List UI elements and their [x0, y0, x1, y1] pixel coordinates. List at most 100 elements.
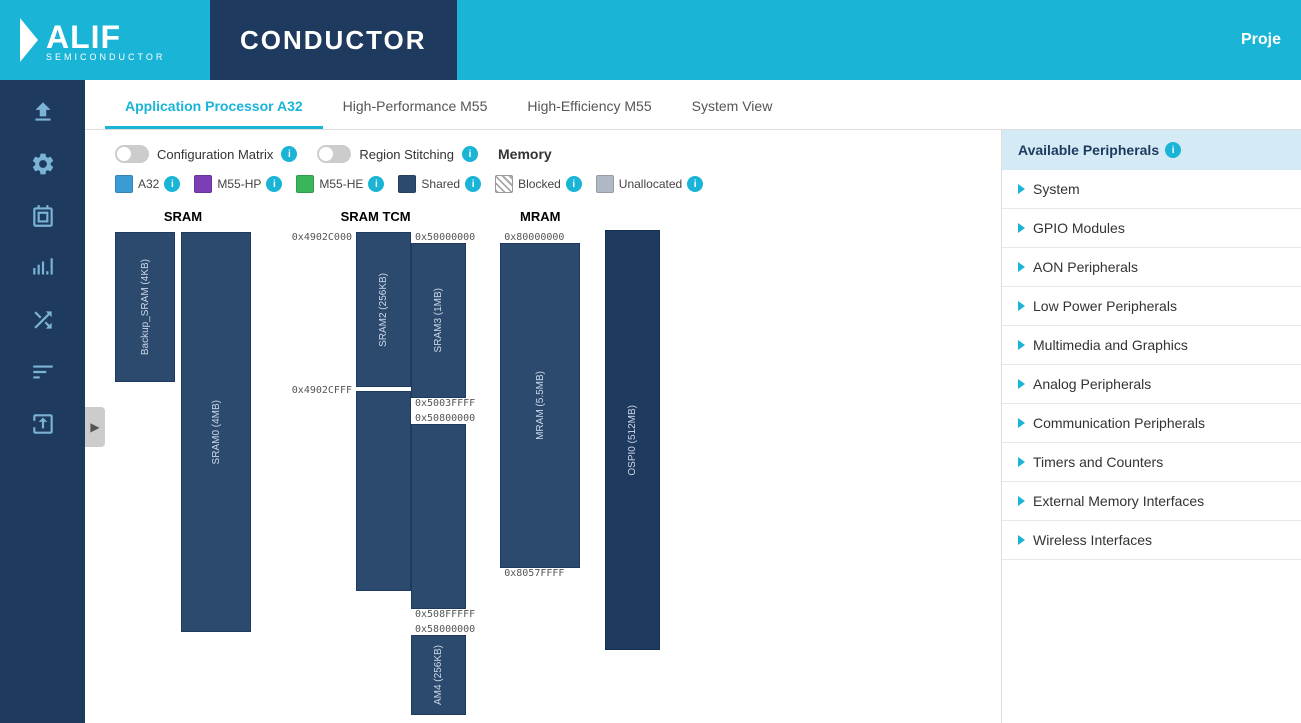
sram-title: SRAM [164, 209, 202, 224]
sram3-col-wrapper: 0x50000000 SRAM3 (1MB) 0x5003FFFF 0x5080… [411, 232, 475, 715]
region-stitching-label: Region Stitching [359, 147, 454, 162]
peripheral-section-comms-header[interactable]: Communication Peripherals [1002, 404, 1301, 442]
content-area: Application Processor A32 High-Performan… [85, 80, 1301, 723]
peripheral-section-extmem-header[interactable]: External Memory Interfaces [1002, 482, 1301, 520]
peripheral-multimedia-label: Multimedia and Graphics [1033, 337, 1188, 353]
region-stitching-info-icon[interactable]: i [462, 146, 478, 162]
peripheral-section-lowpower-header[interactable]: Low Power Peripherals [1002, 287, 1301, 325]
peripheral-section-timers: Timers and Counters [1002, 443, 1301, 482]
sram3-block-top[interactable]: SRAM3 (1MB) [411, 243, 466, 398]
legend-blocked: Blocked i [495, 175, 582, 193]
available-peripherals-header: Available Peripherals i [1002, 130, 1301, 170]
tab-sysview[interactable]: System View [672, 86, 793, 129]
main-layout: Application Processor A32 High-Performan… [0, 80, 1301, 723]
sidebar-icon-upload[interactable] [18, 90, 68, 134]
config-matrix-toggle[interactable] [115, 145, 149, 163]
tab-m55hp[interactable]: High-Performance M55 [323, 86, 508, 129]
tab-a32[interactable]: Application Processor A32 [105, 86, 323, 129]
chevron-timers-icon [1018, 457, 1025, 467]
sram2-col: SRAM2 (256KB) [356, 232, 411, 591]
sidebar-icon-export[interactable] [18, 402, 68, 446]
sidebar-icon-sliders[interactable] [18, 350, 68, 394]
peripheral-section-system-header[interactable]: System [1002, 170, 1301, 208]
peripheral-section-analog-header[interactable]: Analog Peripherals [1002, 365, 1301, 403]
tabs-bar: Application Processor A32 High-Performan… [85, 80, 1301, 130]
peripheral-section-aon-header[interactable]: AON Peripherals [1002, 248, 1301, 286]
backup-sram-block[interactable]: Backup_SRAM (4KB) [115, 232, 175, 382]
peripheral-section-lowpower: Low Power Peripherals [1002, 287, 1301, 326]
legend-a32-info[interactable]: i [164, 176, 180, 192]
legend-blocked-info[interactable]: i [566, 176, 582, 192]
sidebar-icon-shuffle[interactable] [18, 298, 68, 342]
legend-shared-info[interactable]: i [465, 176, 481, 192]
addr-80000000: 0x80000000 [500, 232, 564, 243]
chevron-gpio-icon [1018, 223, 1025, 233]
tab-m55he[interactable]: High-Efficiency M55 [507, 86, 671, 129]
sram4-label: AM4 (256KB) [433, 645, 444, 705]
peripheral-section-multimedia: Multimedia and Graphics [1002, 326, 1301, 365]
peripheral-section-gpio: GPIO Modules [1002, 209, 1301, 248]
sidebar [0, 80, 85, 723]
backup-sram-label: Backup_SRAM (4KB) [140, 259, 151, 355]
logo-semiconductor: SEMICONDUCTOR [46, 52, 165, 62]
legend-m55he-label: M55-HE [319, 177, 363, 191]
sram0-block[interactable]: SRAM0 (4MB) [181, 232, 251, 632]
sram3-block-bot[interactable]: AM4 (256KB) [411, 635, 466, 715]
peripheral-section-analog: Analog Peripherals [1002, 365, 1301, 404]
ospi-label: OSPI0 (512MB) [627, 405, 638, 476]
sram3-label: SRAM3 (1MB) [433, 288, 444, 352]
project-label: Proje [1241, 31, 1281, 49]
sram3-block-mid[interactable] [411, 424, 466, 609]
sidebar-icon-chip[interactable] [18, 194, 68, 238]
sram-group: SRAM Backup_SRAM (4KB) [115, 209, 251, 632]
peripheral-section-system: System [1002, 170, 1301, 209]
peripherals-info-icon[interactable]: i [1165, 142, 1181, 158]
logo-area: ALIF SEMICONDUCTOR [0, 0, 210, 80]
header: ALIF SEMICONDUCTOR CONDUCTOR Proje [0, 0, 1301, 80]
ospi-group: OSPI0 (512MB) [605, 209, 660, 650]
legend-m55he-box [296, 175, 314, 193]
sidebar-icon-settings[interactable] [18, 142, 68, 186]
memory-view: ▶ Configuration Matrix i Region Stitchin… [85, 130, 1301, 723]
sram2-block-top[interactable]: SRAM2 (256KB) [356, 232, 411, 387]
legend-unallocated-info[interactable]: i [687, 176, 703, 192]
panel-toggle-button[interactable]: ▶ [85, 407, 105, 447]
legend-m55he: M55-HE i [296, 175, 384, 193]
legend-unallocated: Unallocated i [596, 175, 703, 193]
header-right: Proje [457, 0, 1301, 80]
legend-m55hp-box [194, 175, 212, 193]
config-matrix-label: Configuration Matrix [157, 147, 273, 162]
legend-blocked-label: Blocked [518, 177, 561, 191]
peripheral-section-gpio-header[interactable]: GPIO Modules [1002, 209, 1301, 247]
legend-m55he-info[interactable]: i [368, 176, 384, 192]
config-matrix-info-icon[interactable]: i [281, 146, 297, 162]
mram-col: 0x80000000 MRAM (5.5MB) 0x8057FFFF [500, 232, 580, 579]
peripheral-section-multimedia-header[interactable]: Multimedia and Graphics [1002, 326, 1301, 364]
sram3-col: 0x50000000 SRAM3 (1MB) 0x5003FFFF 0x5080… [411, 232, 475, 715]
legend-shared-label: Shared [421, 177, 460, 191]
available-peripherals-title: Available Peripherals [1018, 142, 1159, 158]
peripheral-timers-label: Timers and Counters [1033, 454, 1163, 470]
addr-4902c000: 0x4902C000 [292, 232, 352, 243]
sidebar-icon-signal[interactable] [18, 246, 68, 290]
sram2-block-bottom[interactable] [356, 391, 411, 591]
logo-triangle-icon [20, 18, 38, 62]
mram-block[interactable]: MRAM (5.5MB) [500, 243, 580, 568]
chevron-lowpower-icon [1018, 301, 1025, 311]
peripheral-section-wireless-header[interactable]: Wireless Interfaces [1002, 521, 1301, 559]
memory-section-title: Memory [498, 146, 552, 162]
legend-m55hp-info[interactable]: i [266, 176, 282, 192]
addr-5003ffff: 0x5003FFFF [411, 398, 475, 409]
peripheral-section-timers-header[interactable]: Timers and Counters [1002, 443, 1301, 481]
peripheral-section-comms: Communication Peripherals [1002, 404, 1301, 443]
legend-shared: Shared i [398, 175, 481, 193]
mram-content: 0x80000000 MRAM (5.5MB) 0x8057FFFF [500, 232, 580, 579]
ospi-block[interactable]: OSPI0 (512MB) [605, 230, 660, 650]
peripheral-section-aon: AON Peripherals [1002, 248, 1301, 287]
addr-4902cfff: 0x4902CFFF [292, 385, 352, 396]
legend-unallocated-label: Unallocated [619, 177, 682, 191]
addr-labels-tcm: 0x4902C000 0x4902CFFF [276, 232, 356, 396]
region-stitching-toggle[interactable] [317, 145, 351, 163]
legend-a32-label: A32 [138, 177, 159, 191]
chevron-analog-icon [1018, 379, 1025, 389]
